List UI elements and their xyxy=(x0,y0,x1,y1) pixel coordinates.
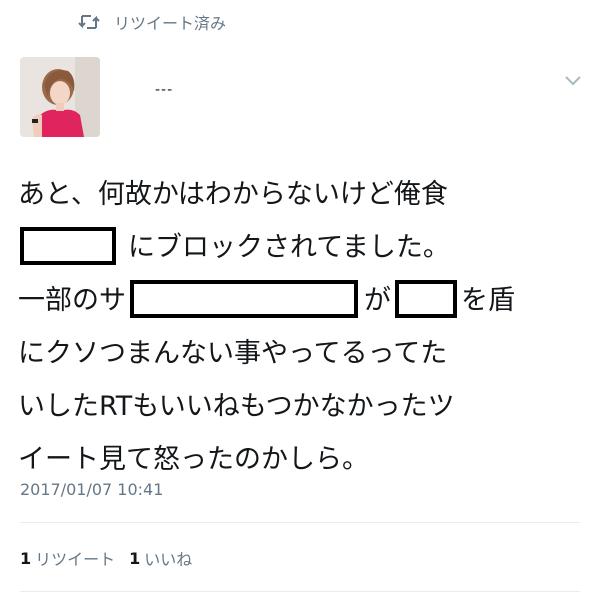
tweet-line: イート見て怒ったのかしら。 xyxy=(18,444,369,475)
tweet-line-text: にブロックされてました。 xyxy=(128,232,450,263)
retweet-count[interactable]: 1 リツイート xyxy=(20,546,115,570)
retweet-context-label: リツイート済み xyxy=(114,14,227,33)
chevron-down-icon[interactable] xyxy=(563,73,583,87)
redaction-box xyxy=(130,279,358,318)
tweet-line-text: が xyxy=(364,285,391,316)
tweet-line: あと、何故かはわからないけど俺食 xyxy=(18,179,448,210)
like-count-value: 1 xyxy=(129,548,141,568)
divider xyxy=(20,591,580,592)
retweet-context: リツイート済み xyxy=(78,8,226,36)
retweet-count-label: リツイート xyxy=(35,550,116,569)
tweet-line-text: を盾 xyxy=(461,285,515,316)
tweet-line: にブロックされてました。 xyxy=(18,221,588,274)
timestamp[interactable]: 2017/01/07 10:41 xyxy=(20,480,163,499)
like-count-label: いいね xyxy=(144,550,193,569)
profile-photo xyxy=(20,57,100,137)
author-name[interactable]: --- xyxy=(155,82,173,98)
tweet-line: にクソつまんない事やってるってた xyxy=(18,338,448,369)
redaction-box xyxy=(20,226,116,265)
retweet-count-value: 1 xyxy=(20,548,32,568)
redaction-box xyxy=(395,279,457,318)
like-count[interactable]: 1 いいね xyxy=(129,546,192,570)
avatar[interactable] xyxy=(20,57,100,137)
tweet-line: 一部のサ が を盾 xyxy=(18,274,588,327)
tweet-line-text: 一部のサ xyxy=(18,285,126,316)
tweet-stats: 1 リツイート 1 いいね xyxy=(20,546,206,570)
tweet-line: いしたRTもいいねもつかなかったツ xyxy=(18,391,455,422)
divider xyxy=(20,522,580,523)
tweet-text: あと、何故かはわからないけど俺食 にブロックされてました。 一部のサ が を盾 にク… xyxy=(18,168,588,486)
retweet-icon xyxy=(78,15,100,29)
